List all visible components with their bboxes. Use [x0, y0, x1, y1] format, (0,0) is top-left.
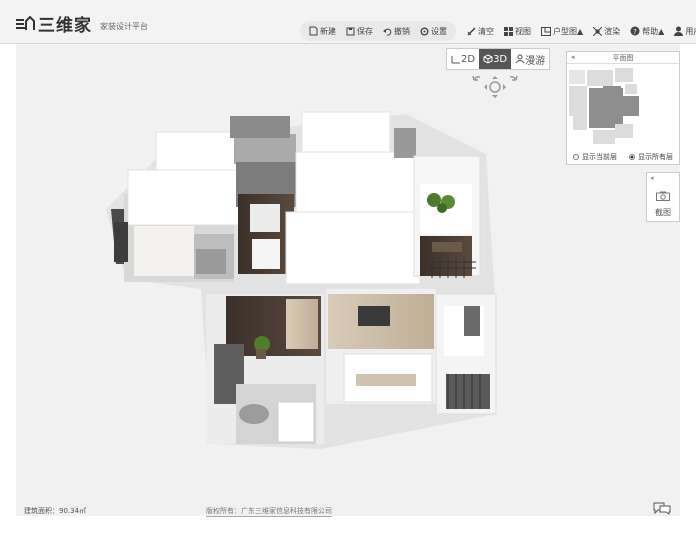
copyright-text: 版权所有：广东三维家信息科技有限公司 [206, 507, 332, 517]
minimap-title: 平面图 [612, 53, 634, 62]
grid-view-icon [504, 26, 513, 36]
undo-button[interactable]: 撤销 [383, 26, 410, 37]
view-2d-button[interactable]: 2D [447, 49, 479, 69]
minimap-panel: ◂ 平面图 显示当前层 显示所有层 [566, 51, 680, 165]
logo-house-icon [14, 14, 36, 32]
floorplan-dropdown[interactable]: 户型图▲ [541, 26, 583, 37]
new-file-icon [309, 26, 318, 36]
view-tools: 清空 视图 户型图▲ 渲染 ? 帮助▲ 用 [462, 26, 696, 37]
view-2d-label: 2D [461, 53, 476, 65]
render-label: 渲染 [604, 26, 621, 36]
view-button[interactable]: 视图 [504, 26, 531, 37]
chat-icon [653, 502, 671, 515]
pan-compass-icon[interactable] [484, 76, 506, 98]
view-3d-button[interactable]: 3D [479, 49, 512, 69]
help-label: 帮助▲ [642, 26, 665, 36]
render-icon [593, 26, 603, 36]
clear-button[interactable]: 清空 [467, 26, 494, 37]
floorplan-label: 户型图▲ [553, 26, 584, 36]
camera-icon [656, 191, 670, 201]
render-button[interactable]: 渲染 [593, 26, 620, 37]
radio-selected-icon [629, 154, 635, 160]
screenshot-panel[interactable]: ◂ 截图 [646, 172, 680, 222]
option-current-floor[interactable]: 显示当前层 [573, 152, 617, 162]
settings-button[interactable]: 设置 [420, 26, 447, 37]
camera-nav-control[interactable] [470, 74, 520, 104]
minimap-header: ◂ 平面图 [567, 52, 679, 64]
clear-label: 清空 [478, 26, 494, 36]
walk-label: 漫游 [525, 55, 546, 67]
main-toolbar: 新建 保存 撤销 设置 清空 视图 户型图▲ 渲染 ? 帮助▲ 用 [300, 20, 696, 42]
minimap-layer-options: 显示当前层 显示所有层 [567, 150, 679, 164]
undo-label: 撤销 [394, 26, 410, 36]
option-b-label: 显示所有层 [638, 153, 673, 161]
new-label: 新建 [320, 26, 336, 36]
save-icon [346, 27, 355, 35]
user-label: 用户名 [685, 26, 696, 36]
radio-icon [573, 154, 579, 160]
chat-button[interactable] [652, 500, 672, 519]
rotate-left-icon[interactable] [472, 75, 481, 81]
app-window: 三维家 家装设计平台 新建 保存 撤销 设置 清空 视图 户型图▲ 渲染 ? 帮… [0, 0, 696, 534]
settings-label: 设置 [431, 26, 447, 36]
save-button[interactable]: 保存 [346, 26, 373, 37]
minimap-plan[interactable] [567, 64, 679, 148]
screenshot-label: 截图 [655, 208, 671, 217]
option-all-floors[interactable]: 显示所有层 [629, 152, 673, 162]
user-icon [674, 26, 684, 36]
view-3d-label: 3D [493, 53, 508, 65]
status-bar: 建筑面积：90.34㎡ 版权所有：广东三维家信息科技有限公司 [16, 504, 680, 518]
view-label: 视图 [515, 26, 531, 36]
collapse-icon[interactable]: ◂ [571, 53, 575, 61]
logo[interactable]: 三维家 家装设计平台 [14, 13, 148, 36]
clear-icon [467, 26, 476, 36]
floorplan-icon [541, 26, 551, 36]
settings-icon [420, 27, 429, 35]
logo-text: 三维家 [38, 15, 92, 36]
save-label: 保存 [357, 26, 373, 36]
walk-person-icon [515, 54, 525, 64]
svg-text:?: ? [633, 28, 637, 36]
top-bar: 三维家 家装设计平台 新建 保存 撤销 设置 清空 视图 户型图▲ 渲染 ? 帮… [0, 0, 696, 44]
2d-icon [451, 56, 460, 64]
help-dropdown[interactable]: ? 帮助▲ [630, 26, 664, 37]
help-icon: ? [630, 26, 640, 36]
area-readout: 建筑面积：90.34㎡ [24, 507, 87, 515]
new-button[interactable]: 新建 [309, 26, 336, 37]
undo-icon [383, 28, 392, 36]
3d-cube-icon [483, 54, 493, 64]
user-menu[interactable]: 用户名 [674, 26, 696, 37]
file-tools: 新建 保存 撤销 设置 [300, 21, 456, 41]
view-mode-switcher: 2D 3D 漫游 [446, 48, 551, 70]
option-a-label: 显示当前层 [582, 153, 617, 161]
app-subtitle: 家装设计平台 [100, 21, 148, 31]
walk-mode-button[interactable]: 漫游 [511, 49, 549, 69]
collapse-icon[interactable]: ◂ [650, 174, 654, 182]
rotate-right-icon[interactable] [509, 75, 518, 81]
